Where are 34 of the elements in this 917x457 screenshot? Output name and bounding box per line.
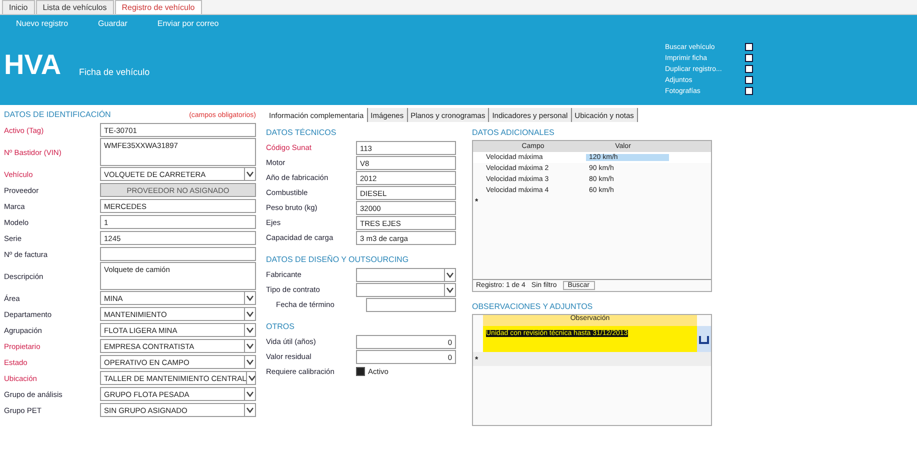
- dropdown-arrow-icon[interactable]: [244, 308, 255, 320]
- input-field[interactable]: [366, 298, 456, 312]
- section-title: DATOS DE IDENTIFICACIÓN: [4, 109, 111, 121]
- dropdown-arrow-icon[interactable]: [244, 356, 255, 368]
- checkbox[interactable]: [356, 367, 365, 376]
- new-row-marker: *: [474, 354, 478, 364]
- dropdown-arrow-icon[interactable]: [244, 324, 255, 336]
- checkbox[interactable]: [745, 76, 753, 84]
- dropdown-arrow-icon[interactable]: [244, 388, 255, 400]
- dropdown-arrow-icon[interactable]: [444, 268, 455, 280]
- section-title: OBSERVACIONES Y ADJUNTOS: [472, 301, 594, 313]
- checkbox[interactable]: [745, 54, 753, 62]
- dropdown-arrow-icon[interactable]: [244, 168, 255, 180]
- dropdown-arrow-icon[interactable]: [244, 340, 255, 352]
- section-title: DATOS TÉCNICOS: [266, 127, 338, 139]
- section-title: OTROS: [266, 321, 296, 333]
- dropdown-arrow-icon[interactable]: [246, 372, 255, 384]
- input-field[interactable]: [100, 247, 256, 261]
- document-tab[interactable]: Registro de vehículo: [114, 0, 202, 14]
- dropdown-field[interactable]: [356, 282, 456, 296]
- dropdown-arrow-icon[interactable]: [244, 292, 255, 304]
- document-tab[interactable]: Inicio: [2, 0, 35, 14]
- checkbox[interactable]: [745, 43, 753, 51]
- checkbox[interactable]: [745, 65, 753, 73]
- dropdown-arrow-icon[interactable]: [244, 404, 255, 416]
- new-row-marker: *: [474, 197, 478, 206]
- subtitle: Ficha de vehículo: [79, 67, 150, 77]
- document-tab[interactable]: Lista de vehículos: [36, 0, 114, 14]
- checkbox[interactable]: [745, 87, 753, 95]
- section-title: DATOS ADICIONALES: [472, 127, 556, 139]
- dropdown-arrow-icon[interactable]: [444, 284, 455, 296]
- dropdown-field[interactable]: [356, 268, 456, 282]
- logo: HVA: [4, 51, 62, 79]
- section-title: DATOS DE DISEÑO Y OUTSOURCING: [266, 254, 410, 266]
